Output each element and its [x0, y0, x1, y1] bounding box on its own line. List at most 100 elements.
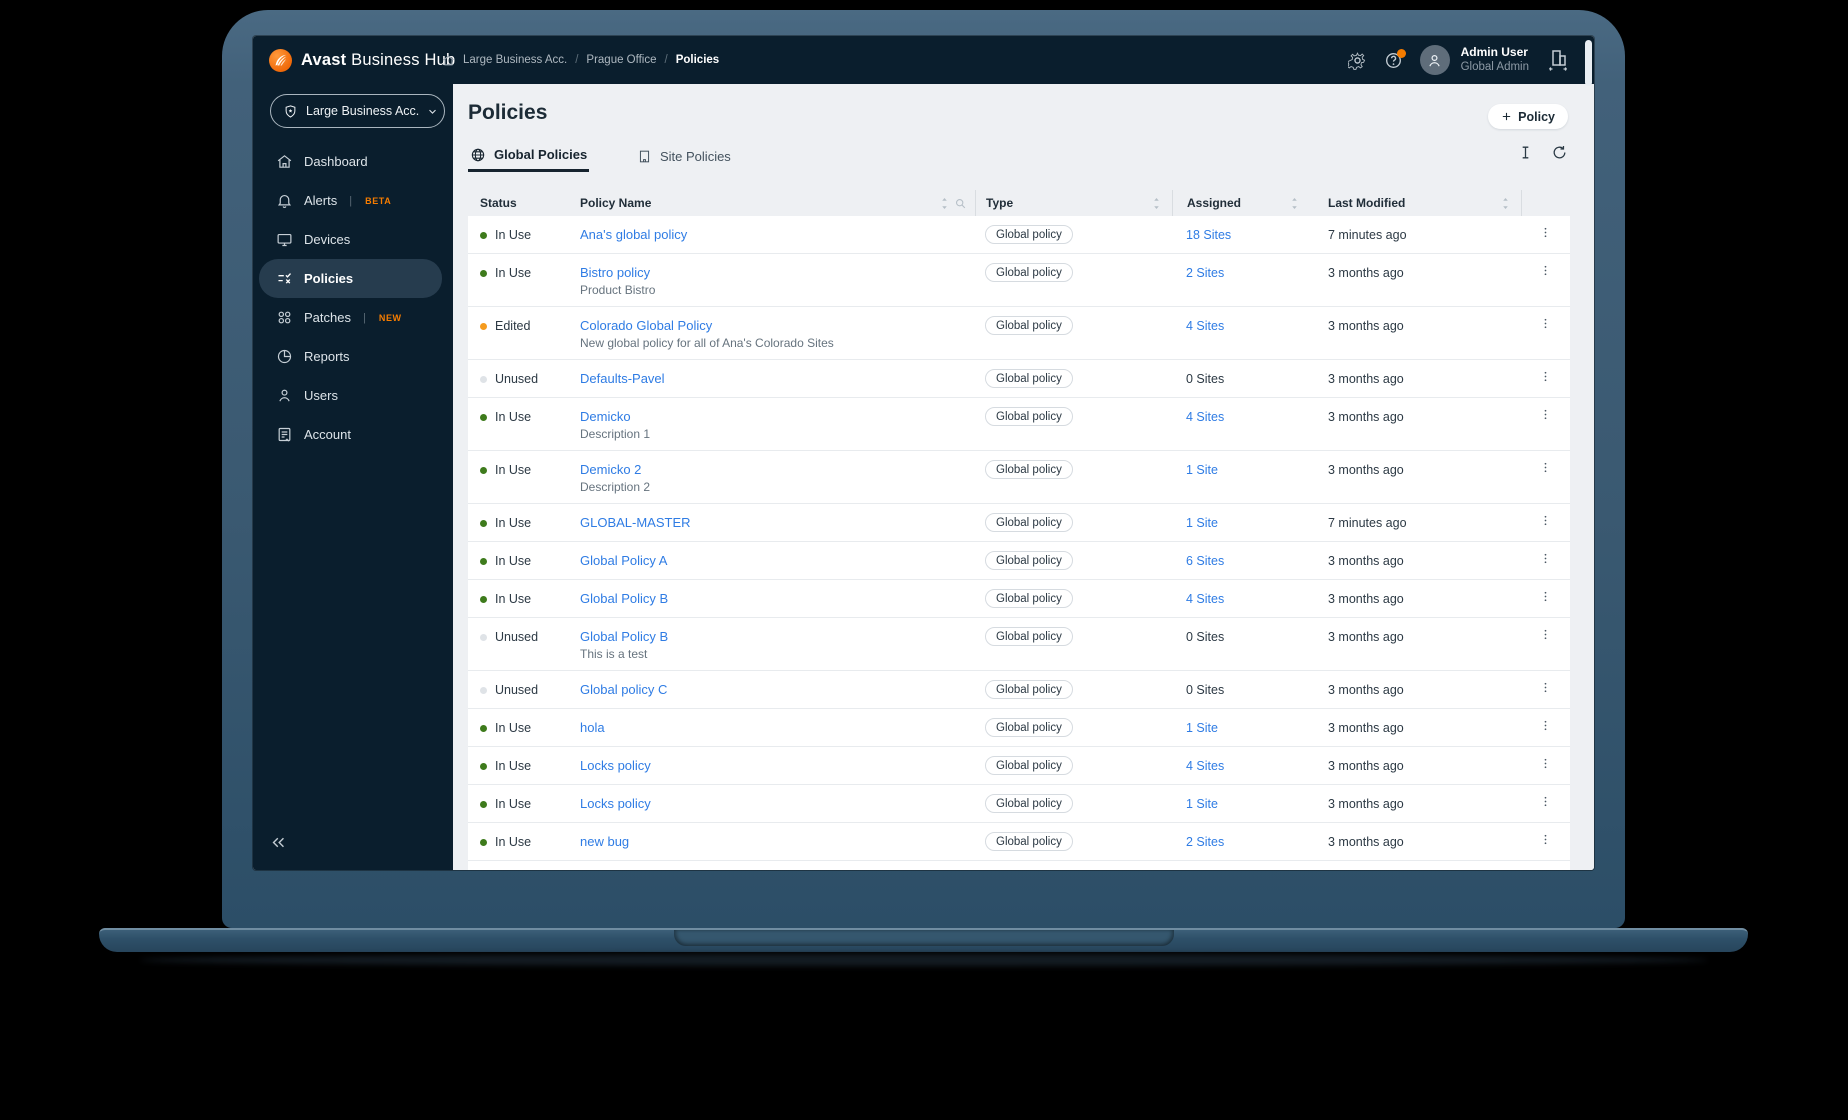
sidebar-item-devices[interactable]: Devices [259, 220, 442, 259]
assigned-cell[interactable]: 2 Sites [1172, 254, 1310, 306]
assigned-cell[interactable]: 4 Sites [1172, 398, 1310, 450]
status-cell: In Use [468, 542, 580, 579]
sidebar-item-dashboard[interactable]: Dashboard [259, 142, 442, 181]
account-selector[interactable]: Large Business Acc. [270, 94, 445, 128]
avatar[interactable] [1419, 45, 1450, 75]
column-header-status[interactable]: Status [468, 196, 580, 210]
policy-name-link[interactable]: Locks policy [580, 796, 651, 811]
row-menu[interactable] [1521, 451, 1570, 503]
breadcrumb-account[interactable]: Large Business Acc. [463, 54, 567, 66]
row-menu[interactable] [1521, 861, 1570, 870]
column-header-assigned[interactable]: Assigned [1172, 190, 1310, 216]
policy-name-link[interactable]: Ana's global policy [580, 227, 687, 242]
row-menu[interactable] [1521, 618, 1570, 670]
sort-icon[interactable] [939, 197, 950, 210]
table-row[interactable]: Unused Global Policy B This is a test Gl… [468, 618, 1570, 671]
table-row[interactable]: In Use new bug Global policy 2 Sites 3 m… [468, 823, 1570, 861]
breadcrumb-site[interactable]: Prague Office [586, 54, 656, 66]
assigned-cell[interactable]: 1 Site [1172, 785, 1310, 822]
column-header-type[interactable]: Type [975, 190, 1172, 216]
sort-icon[interactable] [1289, 197, 1300, 210]
table-row[interactable]: In Use Ana's global policy Global policy… [468, 216, 1570, 254]
policy-name-link[interactable]: hola [580, 720, 605, 735]
table-row[interactable]: In Use Global Policy A Global policy 6 S… [468, 542, 1570, 580]
policy-name-link[interactable]: Demicko 2 [580, 462, 641, 477]
policy-name-link[interactable]: Colorado Global Policy [580, 318, 712, 333]
row-menu[interactable] [1521, 747, 1570, 784]
sidebar-item-account[interactable]: Account [259, 415, 442, 454]
assigned-cell[interactable]: 1 Site [1172, 504, 1310, 541]
table-row[interactable]: In Use Demicko Description 1 Global poli… [468, 398, 1570, 451]
table-row[interactable]: In Use New global defaults Global policy… [468, 861, 1570, 870]
tab-site-policies[interactable]: Site Policies [635, 140, 733, 172]
sidebar-item-users[interactable]: Users [259, 376, 442, 415]
assigned-cell[interactable]: 5 Sites [1172, 861, 1310, 870]
sidebar-item-alerts[interactable]: Alerts | BETA [259, 181, 442, 220]
table-row[interactable]: In Use Global Policy B Global policy 4 S… [468, 580, 1570, 618]
name-cell: hola [580, 709, 975, 746]
row-menu[interactable] [1521, 216, 1570, 253]
policy-name-link[interactable]: Global Policy A [580, 553, 667, 568]
row-menu[interactable] [1521, 360, 1570, 397]
assigned-cell[interactable]: 2 Sites [1172, 823, 1310, 860]
policy-name-link[interactable]: Bistro policy [580, 265, 650, 280]
table-row[interactable]: In Use hola Global policy 1 Site 3 month… [468, 709, 1570, 747]
assigned-cell[interactable]: 4 Sites [1172, 307, 1310, 359]
assigned-cell[interactable]: 18 Sites [1172, 216, 1310, 253]
sidebar-item-patches[interactable]: Patches | NEW [259, 298, 442, 337]
table-row[interactable]: In Use GLOBAL-MASTER Global policy 1 Sit… [468, 504, 1570, 542]
table-row[interactable]: In Use Locks policy Global policy 4 Site… [468, 747, 1570, 785]
assigned-cell[interactable]: 4 Sites [1172, 747, 1310, 784]
user-block[interactable]: Admin User Global Admin [1461, 45, 1529, 74]
policy-name-link[interactable]: Defaults-Pavel [580, 371, 665, 386]
policy-name-link[interactable]: Locks policy [580, 758, 651, 773]
assigned-cell: 0 Sites [1186, 630, 1225, 644]
policy-name-link[interactable]: Demicko [580, 409, 631, 424]
tab-global-policies[interactable]: Global Policies [468, 140, 590, 172]
help-icon[interactable] [1384, 48, 1406, 70]
row-menu[interactable] [1521, 504, 1570, 541]
sort-icon[interactable] [1500, 197, 1511, 210]
sidebar-collapse-icon[interactable] [270, 834, 287, 856]
add-policy-button[interactable]: Policy [1488, 104, 1568, 129]
policy-name-link[interactable]: Global Policy B [580, 591, 668, 606]
assigned-cell[interactable]: 1 Site [1172, 709, 1310, 746]
row-menu[interactable] [1521, 398, 1570, 450]
settings-gear-icon[interactable] [1347, 51, 1367, 70]
column-header-modified[interactable]: Last Modified [1310, 196, 1521, 210]
row-menu[interactable] [1521, 542, 1570, 579]
row-menu[interactable] [1521, 671, 1570, 708]
sidebar-item-reports[interactable]: Reports [259, 337, 442, 376]
row-menu[interactable] [1521, 307, 1570, 359]
company-switch-icon[interactable] [1546, 48, 1570, 72]
table-row[interactable]: Unused Global policy C Global policy 0 S… [468, 671, 1570, 709]
row-menu[interactable] [1521, 785, 1570, 822]
table-row[interactable]: In Use Locks policy Global policy 1 Site… [468, 785, 1570, 823]
assigned-cell[interactable]: 6 Sites [1172, 542, 1310, 579]
table-row[interactable]: In Use Demicko 2 Description 2 Global po… [468, 451, 1570, 504]
scrollbar-thumb[interactable] [1585, 40, 1592, 86]
refresh-icon[interactable] [1551, 144, 1568, 161]
column-settings-icon[interactable] [1517, 144, 1534, 161]
status-cell: In Use [468, 216, 580, 253]
assigned-cell[interactable]: 4 Sites [1172, 580, 1310, 617]
home-icon[interactable] [442, 54, 455, 67]
column-header-name[interactable]: Policy Name [580, 196, 975, 210]
row-menu[interactable] [1521, 823, 1570, 860]
policy-name-link[interactable]: new bug [580, 834, 629, 849]
row-menu[interactable] [1521, 580, 1570, 617]
sidebar-item-label: Reports [304, 349, 350, 364]
sort-icon[interactable] [1151, 197, 1162, 210]
table-row[interactable]: Edited Colorado Global Policy New global… [468, 307, 1570, 360]
row-menu[interactable] [1521, 709, 1570, 746]
search-icon[interactable] [954, 197, 967, 210]
table-row[interactable]: Unused Defaults-Pavel Global policy 0 Si… [468, 360, 1570, 398]
policy-name-link[interactable]: GLOBAL-MASTER [580, 515, 691, 530]
assigned-cell: 0 Sites [1186, 372, 1225, 386]
assigned-cell[interactable]: 1 Site [1172, 451, 1310, 503]
sidebar-item-policies[interactable]: Policies [259, 259, 442, 298]
policy-name-link[interactable]: Global policy C [580, 682, 667, 697]
row-menu[interactable] [1521, 254, 1570, 306]
table-row[interactable]: In Use Bistro policy Product Bistro Glob… [468, 254, 1570, 307]
policy-name-link[interactable]: Global Policy B [580, 629, 668, 644]
